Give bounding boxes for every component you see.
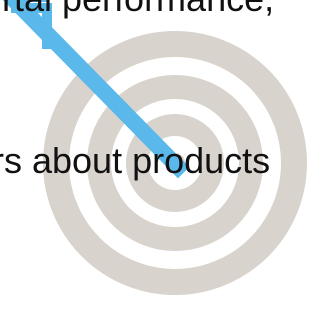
middle-text-line: rs about products xyxy=(0,140,271,181)
slide-canvas: rtal performance, rs about products xyxy=(0,0,334,309)
top-text-line: rtal performance, xyxy=(2,0,274,17)
